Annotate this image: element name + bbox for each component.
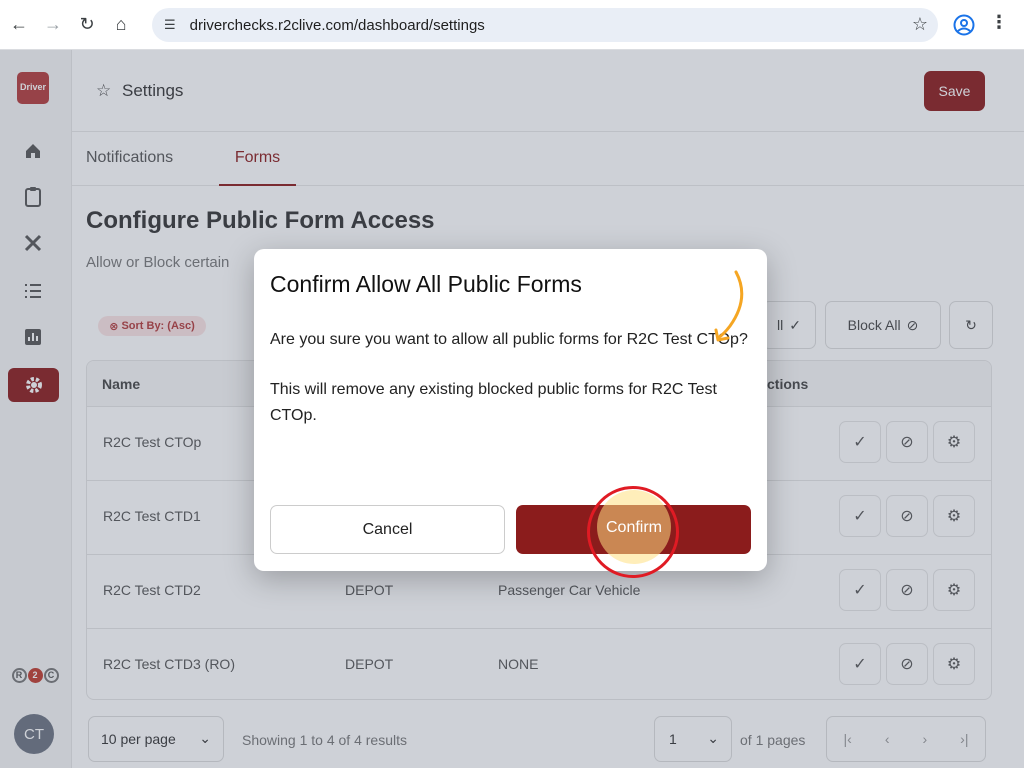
- cancel-button[interactable]: Cancel: [270, 505, 505, 554]
- browser-toolbar: ← → ↻ ⌂ ☰ driverchecks.r2clive.com/dashb…: [0, 0, 1024, 50]
- click-target-ring: [587, 486, 679, 578]
- bookmark-star-icon[interactable]: ☆: [912, 14, 928, 35]
- back-icon[interactable]: ←: [4, 10, 34, 40]
- dialog-message: Are you sure you want to allow all publi…: [270, 331, 748, 348]
- reload-icon[interactable]: ↻: [72, 10, 102, 40]
- dialog-title: Confirm Allow All Public Forms: [270, 271, 582, 297]
- url-text: driverchecks.r2clive.com/dashboard/setti…: [189, 16, 485, 34]
- dialog-body: Are you sure you want to allow all publi…: [270, 327, 750, 429]
- address-bar[interactable]: ☰ driverchecks.r2clive.com/dashboard/set…: [152, 8, 938, 42]
- forward-icon[interactable]: →: [38, 10, 68, 40]
- browser-menu-icon[interactable]: ⋮: [990, 12, 1008, 33]
- home-icon[interactable]: ⌂: [106, 10, 136, 40]
- annotation-arrow-icon: [714, 270, 744, 342]
- dialog-warning: This will remove any existing blocked pu…: [270, 381, 717, 424]
- site-info-icon[interactable]: ☰: [164, 17, 176, 33]
- profile-icon[interactable]: [953, 14, 975, 36]
- confirm-dialog: Confirm Allow All Public Forms Are you s…: [254, 249, 767, 571]
